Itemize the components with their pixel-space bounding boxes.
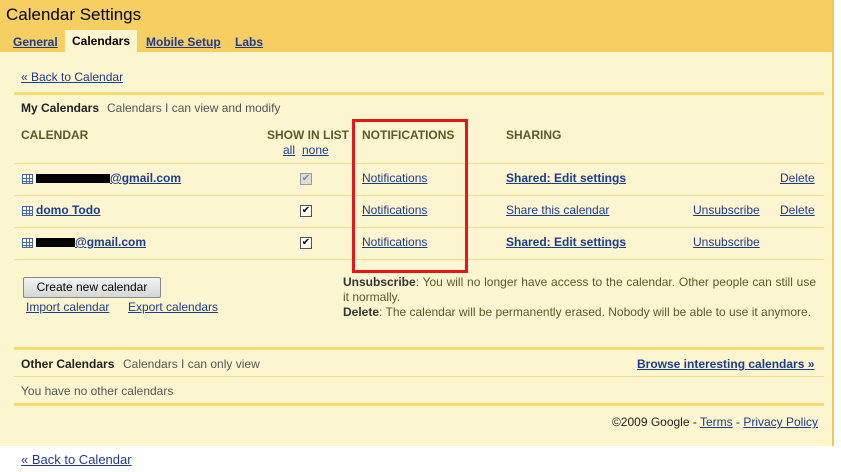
create-new-calendar-button[interactable]: Create new calendar bbox=[23, 277, 161, 298]
empty-message: You have no other calendars bbox=[21, 384, 174, 398]
help-text: Unsubscribe: You will no longer have acc… bbox=[343, 275, 816, 320]
sharing-link[interactable]: Shared: Edit settings bbox=[506, 171, 626, 185]
tab-calendars[interactable]: Calendars bbox=[65, 30, 138, 52]
column-header-show-in-list: SHOW IN LIST bbox=[267, 128, 349, 142]
delete-link[interactable]: Delete bbox=[780, 171, 815, 185]
divider bbox=[14, 347, 824, 350]
delete-link[interactable]: Delete bbox=[780, 203, 815, 217]
column-header-calendar: CALENDAR bbox=[21, 128, 89, 142]
calendar-name-link[interactable]: @gmail.com bbox=[110, 171, 181, 185]
settings-panel: Calendar Settings General Calendars Mobi… bbox=[0, 0, 834, 446]
show-in-list-checkbox[interactable]: ✔ bbox=[300, 173, 312, 185]
unsubscribe-link[interactable]: Unsubscribe bbox=[693, 203, 760, 217]
show-in-list-checkbox[interactable]: ✔ bbox=[300, 205, 312, 217]
calendar-icon bbox=[22, 238, 33, 248]
redacted-text bbox=[36, 174, 110, 183]
column-header-sharing: SHARING bbox=[506, 128, 562, 142]
other-calendars-title: Other Calendars bbox=[21, 357, 115, 371]
calendar-icon bbox=[22, 174, 33, 184]
divider bbox=[14, 92, 824, 95]
unsubscribe-help: Unsubscribe: You will no longer have acc… bbox=[343, 275, 816, 305]
browse-calendars-link[interactable]: Browse interesting calendars » bbox=[637, 357, 814, 371]
export-calendars-link[interactable]: Export calendars bbox=[128, 300, 218, 314]
calendar-name-link[interactable]: @gmail.com bbox=[75, 235, 146, 249]
back-to-calendar-link-bottom[interactable]: « Back to Calendar bbox=[21, 452, 132, 467]
divider bbox=[14, 376, 824, 377]
page-title: Calendar Settings bbox=[6, 5, 142, 24]
help-term: Delete bbox=[343, 305, 380, 319]
terms-link[interactable]: Terms bbox=[700, 415, 733, 429]
other-calendars-subtitle: Calendars I can only view bbox=[123, 357, 260, 371]
header: Calendar Settings General Calendars Mobi… bbox=[0, 0, 832, 52]
show-none-link[interactable]: none bbox=[302, 143, 329, 157]
tab-general[interactable]: General bbox=[13, 34, 58, 52]
copyright: ©2009 Google - bbox=[611, 415, 700, 429]
footer: ©2009 Google - Terms - Privacy Policy bbox=[612, 415, 818, 429]
help-description: : The calendar will be permanently erase… bbox=[379, 305, 812, 319]
delete-help: Delete: The calendar will be permanently… bbox=[343, 305, 816, 320]
my-calendars-subtitle: Calendars I can view and modify bbox=[107, 101, 281, 115]
footer-separator: - bbox=[732, 415, 744, 429]
show-in-list-checkbox[interactable]: ✔ bbox=[300, 237, 312, 249]
tab-labs[interactable]: Labs bbox=[235, 34, 263, 52]
import-calendar-link[interactable]: Import calendar bbox=[26, 300, 109, 314]
calendar-icon bbox=[22, 206, 33, 216]
unsubscribe-link[interactable]: Unsubscribe bbox=[693, 235, 760, 249]
sharing-link[interactable]: Shared: Edit settings bbox=[506, 235, 626, 249]
tab-mobile-setup[interactable]: Mobile Setup bbox=[146, 34, 221, 52]
privacy-policy-link[interactable]: Privacy Policy bbox=[743, 415, 818, 429]
divider bbox=[14, 403, 824, 406]
calendar-name-link[interactable]: domo Todo bbox=[36, 203, 100, 217]
sharing-link[interactable]: Share this calendar bbox=[506, 203, 609, 217]
show-all-link[interactable]: all bbox=[283, 143, 295, 157]
highlight-box bbox=[352, 119, 468, 273]
back-to-calendar-link[interactable]: « Back to Calendar bbox=[21, 70, 123, 84]
redacted-text bbox=[36, 238, 75, 247]
help-term: Unsubscribe bbox=[343, 275, 416, 289]
my-calendars-title: My Calendars bbox=[21, 101, 100, 115]
